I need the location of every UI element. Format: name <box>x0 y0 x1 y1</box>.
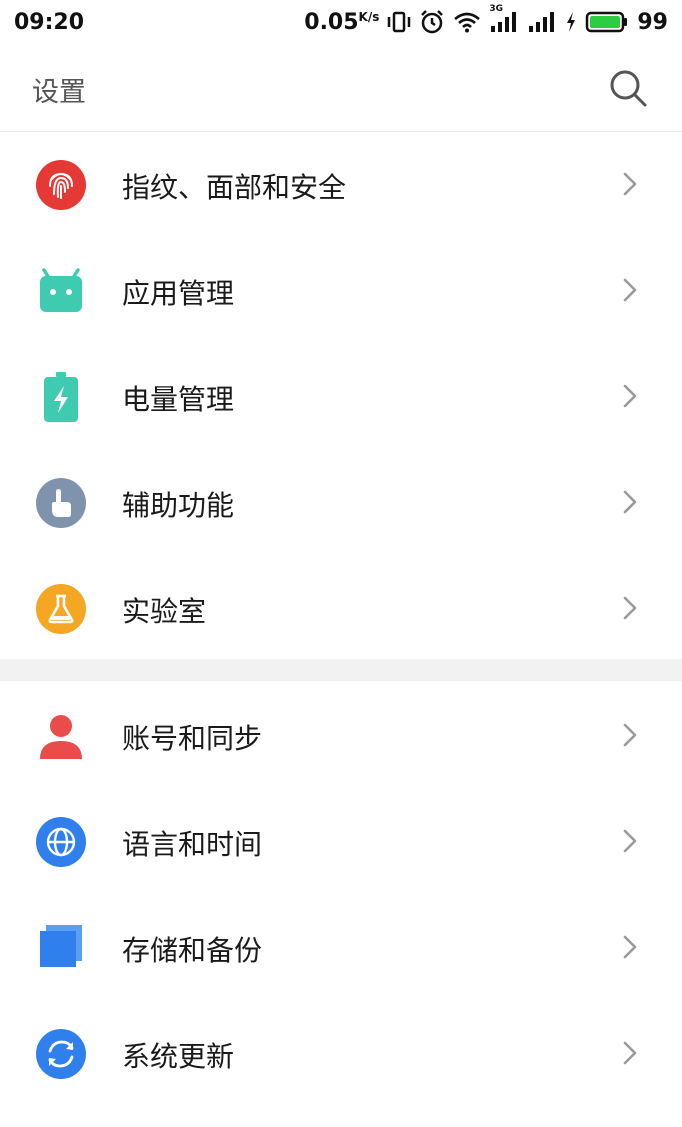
chevron-right-icon <box>623 278 637 302</box>
chevron-right-icon <box>623 596 637 620</box>
battery-icon <box>585 10 629 34</box>
network-type-label: 3G <box>489 4 504 14</box>
alarm-icon <box>419 9 445 35</box>
chevron-right-icon <box>623 829 637 853</box>
settings-item-system-update[interactable]: 系统更新 <box>0 1000 682 1106</box>
wifi-icon <box>453 11 481 33</box>
settings-item-app-management[interactable]: 应用管理 <box>0 237 682 343</box>
accessibility-icon <box>36 478 86 528</box>
app-header: 设置 <box>0 44 682 132</box>
globe-icon <box>36 817 86 867</box>
settings-item-lab[interactable]: 实验室 <box>0 555 682 661</box>
settings-item-storage-backup[interactable]: 存储和备份 <box>0 894 682 1000</box>
section-divider <box>0 659 682 681</box>
chevron-right-icon <box>623 723 637 747</box>
page-title: 设置 <box>32 77 86 108</box>
settings-item-battery[interactable]: 电量管理 <box>0 343 682 449</box>
chevron-right-icon <box>623 490 637 514</box>
settings-item-label: 辅助功能 <box>122 489 235 522</box>
settings-item-label: 账号和同步 <box>122 722 263 755</box>
search-button[interactable] <box>606 66 650 110</box>
settings-item-label: 存储和备份 <box>122 934 263 967</box>
settings-item-account-sync[interactable]: 账号和同步 <box>0 682 682 788</box>
search-icon <box>610 70 647 107</box>
network-speed: 0.05K/s <box>304 10 379 35</box>
charging-icon <box>565 11 577 33</box>
settings-item-security[interactable]: 指纹、面部和安全 <box>0 131 682 237</box>
chevron-right-icon <box>623 1041 637 1065</box>
signal-3g-icon: 3G <box>489 4 519 34</box>
settings-section-2: 账号和同步 语言和时间 存储和备份 系统更新 <box>0 682 682 1106</box>
settings-item-label: 语言和时间 <box>122 828 263 861</box>
settings-item-language-time[interactable]: 语言和时间 <box>0 788 682 894</box>
chevron-right-icon <box>623 172 637 196</box>
signal-icon <box>527 10 557 34</box>
settings-item-accessibility[interactable]: 辅助功能 <box>0 449 682 555</box>
update-icon <box>36 1029 86 1079</box>
settings-item-label: 实验室 <box>122 595 207 628</box>
chevron-right-icon <box>623 935 637 959</box>
settings-item-label: 系统更新 <box>122 1040 235 1073</box>
battery-charge-icon <box>36 372 86 422</box>
settings-item-label: 指纹、面部和安全 <box>122 171 347 204</box>
chevron-right-icon <box>623 384 637 408</box>
account-icon <box>36 711 86 761</box>
battery-level: 99 <box>637 9 668 35</box>
lab-flask-icon <box>36 584 86 634</box>
network-speed-value: 0.05 <box>304 9 359 35</box>
vibrate-icon <box>387 11 411 33</box>
android-icon <box>36 266 86 316</box>
storage-icon <box>36 923 86 973</box>
status-bar: 09:20 0.05K/s 3G 99 <box>0 0 682 44</box>
status-time: 09:20 <box>14 9 85 35</box>
settings-item-label: 电量管理 <box>122 383 235 416</box>
fingerprint-icon <box>36 160 86 210</box>
status-icons: 0.05K/s 3G 99 <box>304 4 668 35</box>
network-speed-unit: K/s <box>358 9 380 24</box>
settings-section-1: 指纹、面部和安全 应用管理 电量管理 辅助功能 实验室 <box>0 131 682 661</box>
settings-item-label: 应用管理 <box>122 277 235 310</box>
